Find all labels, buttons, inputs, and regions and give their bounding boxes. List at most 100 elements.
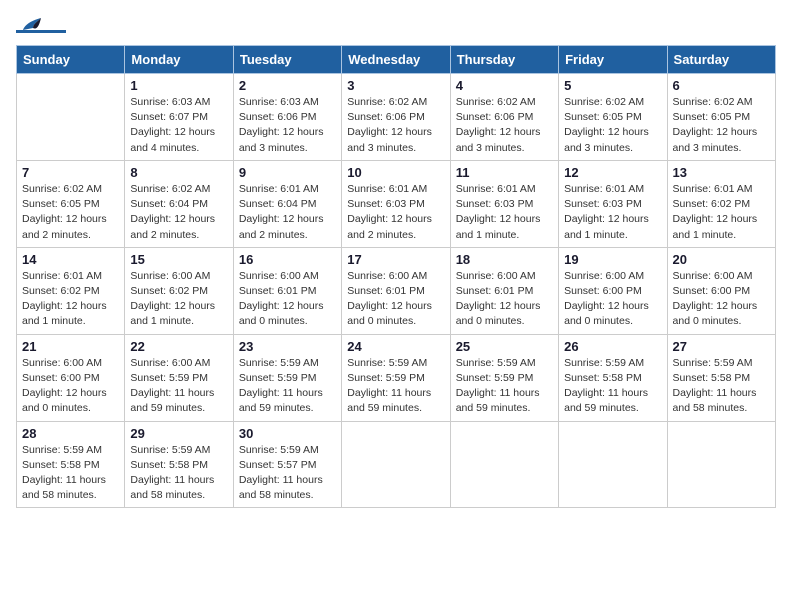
day-number: 15: [130, 252, 227, 267]
day-info: Sunrise: 6:02 AMSunset: 6:05 PMDaylight:…: [22, 182, 119, 243]
day-number: 24: [347, 339, 444, 354]
calendar-cell: 18 Sunrise: 6:00 AMSunset: 6:01 PMDayligh…: [450, 247, 558, 334]
calendar-cell: [342, 421, 450, 508]
day-number: 21: [22, 339, 119, 354]
day-info: Sunrise: 6:03 AMSunset: 6:07 PMDaylight:…: [130, 95, 227, 156]
day-number: 8: [130, 165, 227, 180]
day-info: Sunrise: 6:02 AMSunset: 6:06 PMDaylight:…: [456, 95, 553, 156]
calendar-cell: 25Sunrise: 5:59 AMSunset: 5:59 PMDayligh…: [450, 334, 558, 421]
calendar-cell: 1 Sunrise: 6:03 AMSunset: 6:07 PMDaylight…: [125, 74, 233, 161]
day-info: Sunrise: 5:59 AMSunset: 5:59 PMDaylight:…: [239, 356, 336, 417]
week-row-3: 14Sunrise: 6:01 AMSunset: 6:02 PMDayligh…: [17, 247, 776, 334]
calendar-cell: 12 Sunrise: 6:01 AMSunset: 6:03 PMDayligh…: [559, 160, 667, 247]
day-info: Sunrise: 5:59 AMSunset: 5:58 PMDaylight:…: [22, 443, 119, 504]
day-number: 3: [347, 78, 444, 93]
day-info: Sunrise: 5:59 AMSunset: 5:58 PMDaylight:…: [130, 443, 227, 504]
day-number: 28: [22, 426, 119, 441]
logo: [16, 16, 66, 33]
page-header: [16, 16, 776, 33]
day-number: 4: [456, 78, 553, 93]
day-number: 19: [564, 252, 661, 267]
col-header-monday: Monday: [125, 46, 233, 74]
calendar-cell: 16 Sunrise: 6:00 AMSunset: 6:01 PMDayligh…: [233, 247, 341, 334]
calendar-cell: 5Sunrise: 6:02 AMSunset: 6:05 PMDaylight…: [559, 74, 667, 161]
day-number: 17: [347, 252, 444, 267]
day-number: 23: [239, 339, 336, 354]
day-info: Sunrise: 5:59 AMSunset: 5:58 PMDaylight:…: [564, 356, 661, 417]
calendar-cell: 19 Sunrise: 6:00 AMSunset: 6:00 PMDayligh…: [559, 247, 667, 334]
day-info: Sunrise: 6:02 AMSunset: 6:04 PMDaylight:…: [130, 182, 227, 243]
day-info: Sunrise: 5:59 AMSunset: 5:58 PMDaylight:…: [673, 356, 770, 417]
day-info: Sunrise: 6:01 AMSunset: 6:03 PMDaylight:…: [564, 182, 661, 243]
calendar-cell: 17 Sunrise: 6:00 AMSunset: 6:01 PMDayligh…: [342, 247, 450, 334]
calendar-cell: 7 Sunrise: 6:02 AMSunset: 6:05 PMDaylight…: [17, 160, 125, 247]
calendar-cell: 11 Sunrise: 6:01 AMSunset: 6:03 PMDayligh…: [450, 160, 558, 247]
calendar-cell: 26 Sunrise: 5:59 AMSunset: 5:58 PMDayligh…: [559, 334, 667, 421]
week-row-5: 28 Sunrise: 5:59 AMSunset: 5:58 PMDayligh…: [17, 421, 776, 508]
calendar-cell: 8 Sunrise: 6:02 AMSunset: 6:04 PMDaylight…: [125, 160, 233, 247]
week-row-4: 21 Sunrise: 6:00 AMSunset: 6:00 PMDayligh…: [17, 334, 776, 421]
col-header-wednesday: Wednesday: [342, 46, 450, 74]
day-info: Sunrise: 6:00 AMSunset: 6:00 PMDaylight:…: [673, 269, 770, 330]
calendar-cell: 29 Sunrise: 5:59 AMSunset: 5:58 PMDayligh…: [125, 421, 233, 508]
col-header-sunday: Sunday: [17, 46, 125, 74]
day-number: 14: [22, 252, 119, 267]
calendar-cell: 21 Sunrise: 6:00 AMSunset: 6:00 PMDayligh…: [17, 334, 125, 421]
calendar-cell: 10 Sunrise: 6:01 AMSunset: 6:03 PMDayligh…: [342, 160, 450, 247]
day-info: Sunrise: 6:00 AMSunset: 6:02 PMDaylight:…: [130, 269, 227, 330]
calendar-cell: [17, 74, 125, 161]
calendar-table: SundayMondayTuesdayWednesdayThursdayFrid…: [16, 45, 776, 508]
day-number: 1: [130, 78, 227, 93]
day-info: Sunrise: 6:00 AMSunset: 5:59 PMDaylight:…: [130, 356, 227, 417]
col-header-friday: Friday: [559, 46, 667, 74]
calendar-cell: 27 Sunrise: 5:59 AMSunset: 5:58 PMDayligh…: [667, 334, 775, 421]
day-info: Sunrise: 6:01 AMSunset: 6:03 PMDaylight:…: [456, 182, 553, 243]
day-number: 29: [130, 426, 227, 441]
day-number: 9: [239, 165, 336, 180]
day-info: Sunrise: 6:00 AMSunset: 6:01 PMDaylight:…: [239, 269, 336, 330]
day-info: Sunrise: 6:00 AMSunset: 6:00 PMDaylight:…: [22, 356, 119, 417]
col-header-tuesday: Tuesday: [233, 46, 341, 74]
day-number: 12: [564, 165, 661, 180]
day-info: Sunrise: 6:00 AMSunset: 6:01 PMDaylight:…: [456, 269, 553, 330]
day-info: Sunrise: 6:01 AMSunset: 6:04 PMDaylight:…: [239, 182, 336, 243]
calendar-cell: 30 Sunrise: 5:59 AMSunset: 5:57 PMDayligh…: [233, 421, 341, 508]
week-row-2: 7 Sunrise: 6:02 AMSunset: 6:05 PMDaylight…: [17, 160, 776, 247]
day-info: Sunrise: 5:59 AMSunset: 5:57 PMDaylight:…: [239, 443, 336, 504]
calendar-cell: 22 Sunrise: 6:00 AMSunset: 5:59 PMDayligh…: [125, 334, 233, 421]
day-number: 18: [456, 252, 553, 267]
day-number: 16: [239, 252, 336, 267]
day-number: 10: [347, 165, 444, 180]
calendar-cell: [559, 421, 667, 508]
day-number: 22: [130, 339, 227, 354]
day-number: 11: [456, 165, 553, 180]
calendar-cell: 4 Sunrise: 6:02 AMSunset: 6:06 PMDaylight…: [450, 74, 558, 161]
day-number: 13: [673, 165, 770, 180]
calendar-cell: 14Sunrise: 6:01 AMSunset: 6:02 PMDayligh…: [17, 247, 125, 334]
day-number: 30: [239, 426, 336, 441]
day-number: 6: [673, 78, 770, 93]
day-info: Sunrise: 6:03 AMSunset: 6:06 PMDaylight:…: [239, 95, 336, 156]
day-number: 7: [22, 165, 119, 180]
col-header-saturday: Saturday: [667, 46, 775, 74]
calendar-cell: 15 Sunrise: 6:00 AMSunset: 6:02 PMDayligh…: [125, 247, 233, 334]
calendar-cell: 3 Sunrise: 6:02 AMSunset: 6:06 PMDaylight…: [342, 74, 450, 161]
day-info: Sunrise: 6:01 AMSunset: 6:03 PMDaylight:…: [347, 182, 444, 243]
day-info: Sunrise: 6:00 AMSunset: 6:01 PMDaylight:…: [347, 269, 444, 330]
day-number: 27: [673, 339, 770, 354]
calendar-cell: 28 Sunrise: 5:59 AMSunset: 5:58 PMDayligh…: [17, 421, 125, 508]
calendar-cell: 2 Sunrise: 6:03 AMSunset: 6:06 PMDaylight…: [233, 74, 341, 161]
day-info: Sunrise: 6:02 AMSunset: 6:06 PMDaylight:…: [347, 95, 444, 156]
day-info: Sunrise: 5:59 AMSunset: 5:59 PMDaylight:…: [456, 356, 553, 417]
day-number: 26: [564, 339, 661, 354]
logo-underline: [16, 30, 66, 33]
day-info: Sunrise: 6:02 AMSunset: 6:05 PMDaylight:…: [673, 95, 770, 156]
day-info: Sunrise: 6:00 AMSunset: 6:00 PMDaylight:…: [564, 269, 661, 330]
day-info: Sunrise: 6:01 AMSunset: 6:02 PMDaylight:…: [673, 182, 770, 243]
day-number: 2: [239, 78, 336, 93]
calendar-cell: 13 Sunrise: 6:01 AMSunset: 6:02 PMDayligh…: [667, 160, 775, 247]
calendar-cell: 9 Sunrise: 6:01 AMSunset: 6:04 PMDaylight…: [233, 160, 341, 247]
calendar-cell: [450, 421, 558, 508]
day-info: Sunrise: 6:02 AMSunset: 6:05 PMDaylight:…: [564, 95, 661, 156]
calendar-cell: [667, 421, 775, 508]
